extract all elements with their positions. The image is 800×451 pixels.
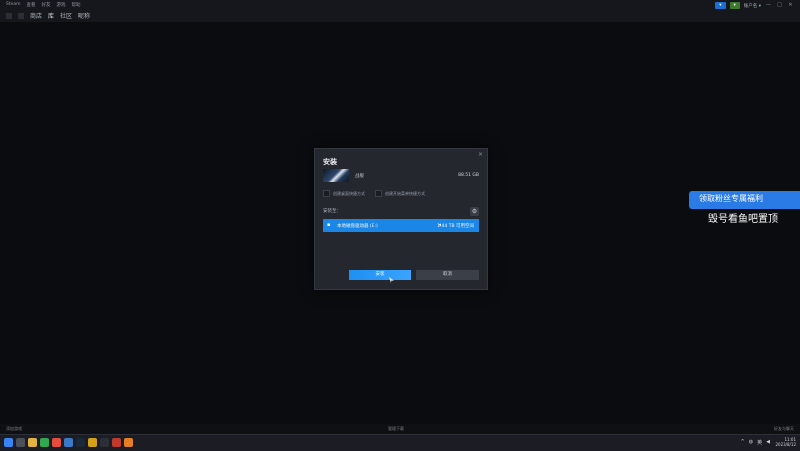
account-menu[interactable]: 账户名 ▾ — [744, 3, 761, 9]
clock-date: 2023/8/12 — [775, 442, 796, 447]
dialog-title: 安装 — [323, 158, 337, 166]
overlay-caption: 毁号看鱼吧置顶 — [708, 214, 778, 225]
start-menu-shortcut-checkbox[interactable] — [375, 190, 382, 197]
notifications-button[interactable]: ▾ — [729, 2, 740, 9]
desktop-shortcut-option[interactable]: 创建桌面快捷方式 — [323, 190, 365, 197]
app3-icon[interactable] — [100, 438, 109, 447]
menu-item-friends[interactable]: 好友 — [42, 2, 51, 8]
network-icon[interactable]: ◍ — [749, 439, 753, 446]
windows-taskbar: ^ ◍ 英 ◀ 11:01 2023/8/12 — [0, 434, 800, 451]
nav-tab-store[interactable]: 商店 — [30, 11, 42, 20]
start-menu-shortcut-label: 创建开始菜单快捷方式 — [385, 190, 425, 196]
search-icon[interactable] — [16, 438, 25, 447]
add-game-button[interactable]: 添加游戏 — [6, 426, 22, 432]
steam-icon[interactable] — [76, 438, 85, 447]
menu-item-steam[interactable]: Steam — [6, 2, 21, 8]
promo-banner-text: 领取粉丝专属福利 — [699, 194, 763, 203]
desktop-shortcut-checkbox[interactable] — [323, 190, 330, 197]
game-name: 战舰 — [355, 174, 364, 179]
drive-name: 本地磁盘驱动器 (E:) — [337, 224, 378, 229]
desktop-shortcut-label: 创建桌面快捷方式 — [333, 190, 365, 196]
maximize-button[interactable]: □ — [776, 2, 783, 9]
drive-free-space: 1.44 TB 可用空间 — [437, 224, 474, 229]
steam-status-bar: 添加游戏 管理下载 好友与聊天 — [0, 424, 800, 434]
shortcut-options: 创建桌面快捷方式 创建开始菜单快捷方式 — [323, 190, 425, 197]
cancel-button[interactable]: 取消 — [416, 270, 479, 280]
game-thumbnail — [323, 169, 349, 182]
back-arrow-icon[interactable] — [6, 12, 12, 19]
manage-downloads-button[interactable]: 管理下载 — [388, 426, 404, 432]
volume-icon[interactable]: ◀ — [766, 439, 770, 446]
title-bar-right: ▾ ▾ 账户名 ▾ — □ ✕ — [715, 2, 794, 9]
nav-tab-profile[interactable]: 昵称 — [78, 11, 90, 20]
app5-icon[interactable] — [124, 438, 133, 447]
chevron-up-icon[interactable]: ^ — [741, 439, 745, 446]
install-dialog: × 安装 战舰 88.51 GB 创建桌面快捷方式 创建开始菜单快捷方式 安装至… — [314, 148, 488, 290]
drive-icon: ▪ — [327, 222, 331, 228]
close-icon[interactable]: × — [478, 151, 483, 158]
start-icon[interactable] — [4, 438, 13, 447]
app2-icon[interactable] — [88, 438, 97, 447]
system-tray: ^ ◍ 英 ◀ — [741, 439, 770, 446]
gear-icon[interactable]: ⚙ — [470, 207, 479, 216]
forward-arrow-icon[interactable] — [18, 12, 24, 19]
drive-select[interactable]: ▪ 本地磁盘驱动器 (E:) ◂ 1.44 TB 可用空间 — [323, 219, 479, 232]
input-method-indicator[interactable]: 英 — [757, 439, 762, 446]
game-info-row: 战舰 88.51 GB — [323, 169, 479, 183]
steam-title-bar: Steam 查看 好友 游戏 帮助 商店 库 社区 昵称 ▾ ▾ 账户名 ▾ —… — [0, 0, 800, 22]
nav-tab-community[interactable]: 社区 — [60, 11, 72, 20]
app4-icon[interactable] — [112, 438, 121, 447]
nav-tab-library[interactable]: 库 — [48, 11, 54, 20]
game-size: 88.51 GB — [458, 173, 479, 178]
app-icon[interactable] — [64, 438, 73, 447]
install-location-label: 安装至： — [323, 209, 341, 214]
taskbar-icons — [4, 438, 133, 447]
menu-item-view[interactable]: 查看 — [27, 2, 36, 8]
menu-bar: Steam 查看 好友 游戏 帮助 — [6, 2, 81, 8]
promo-banner: 领取粉丝专属福利 — [689, 191, 800, 209]
browser-icon[interactable] — [40, 438, 49, 447]
start-menu-shortcut-option[interactable]: 创建开始菜单快捷方式 — [375, 190, 425, 197]
file-explorer-icon[interactable] — [28, 438, 37, 447]
menu-item-help[interactable]: 帮助 — [72, 2, 81, 8]
close-window-button[interactable]: ✕ — [787, 2, 794, 9]
chrome-icon[interactable] — [52, 438, 61, 447]
friends-chat-button[interactable]: 好友与聊天 — [774, 426, 794, 432]
minimize-button[interactable]: — — [765, 2, 772, 9]
taskbar-clock[interactable]: 11:01 2023/8/12 — [775, 437, 796, 447]
broadcast-button[interactable]: ▾ — [715, 2, 726, 9]
menu-item-games[interactable]: 游戏 — [57, 2, 66, 8]
main-nav: 商店 库 社区 昵称 — [6, 11, 90, 20]
install-button[interactable]: 安装 — [349, 270, 411, 280]
